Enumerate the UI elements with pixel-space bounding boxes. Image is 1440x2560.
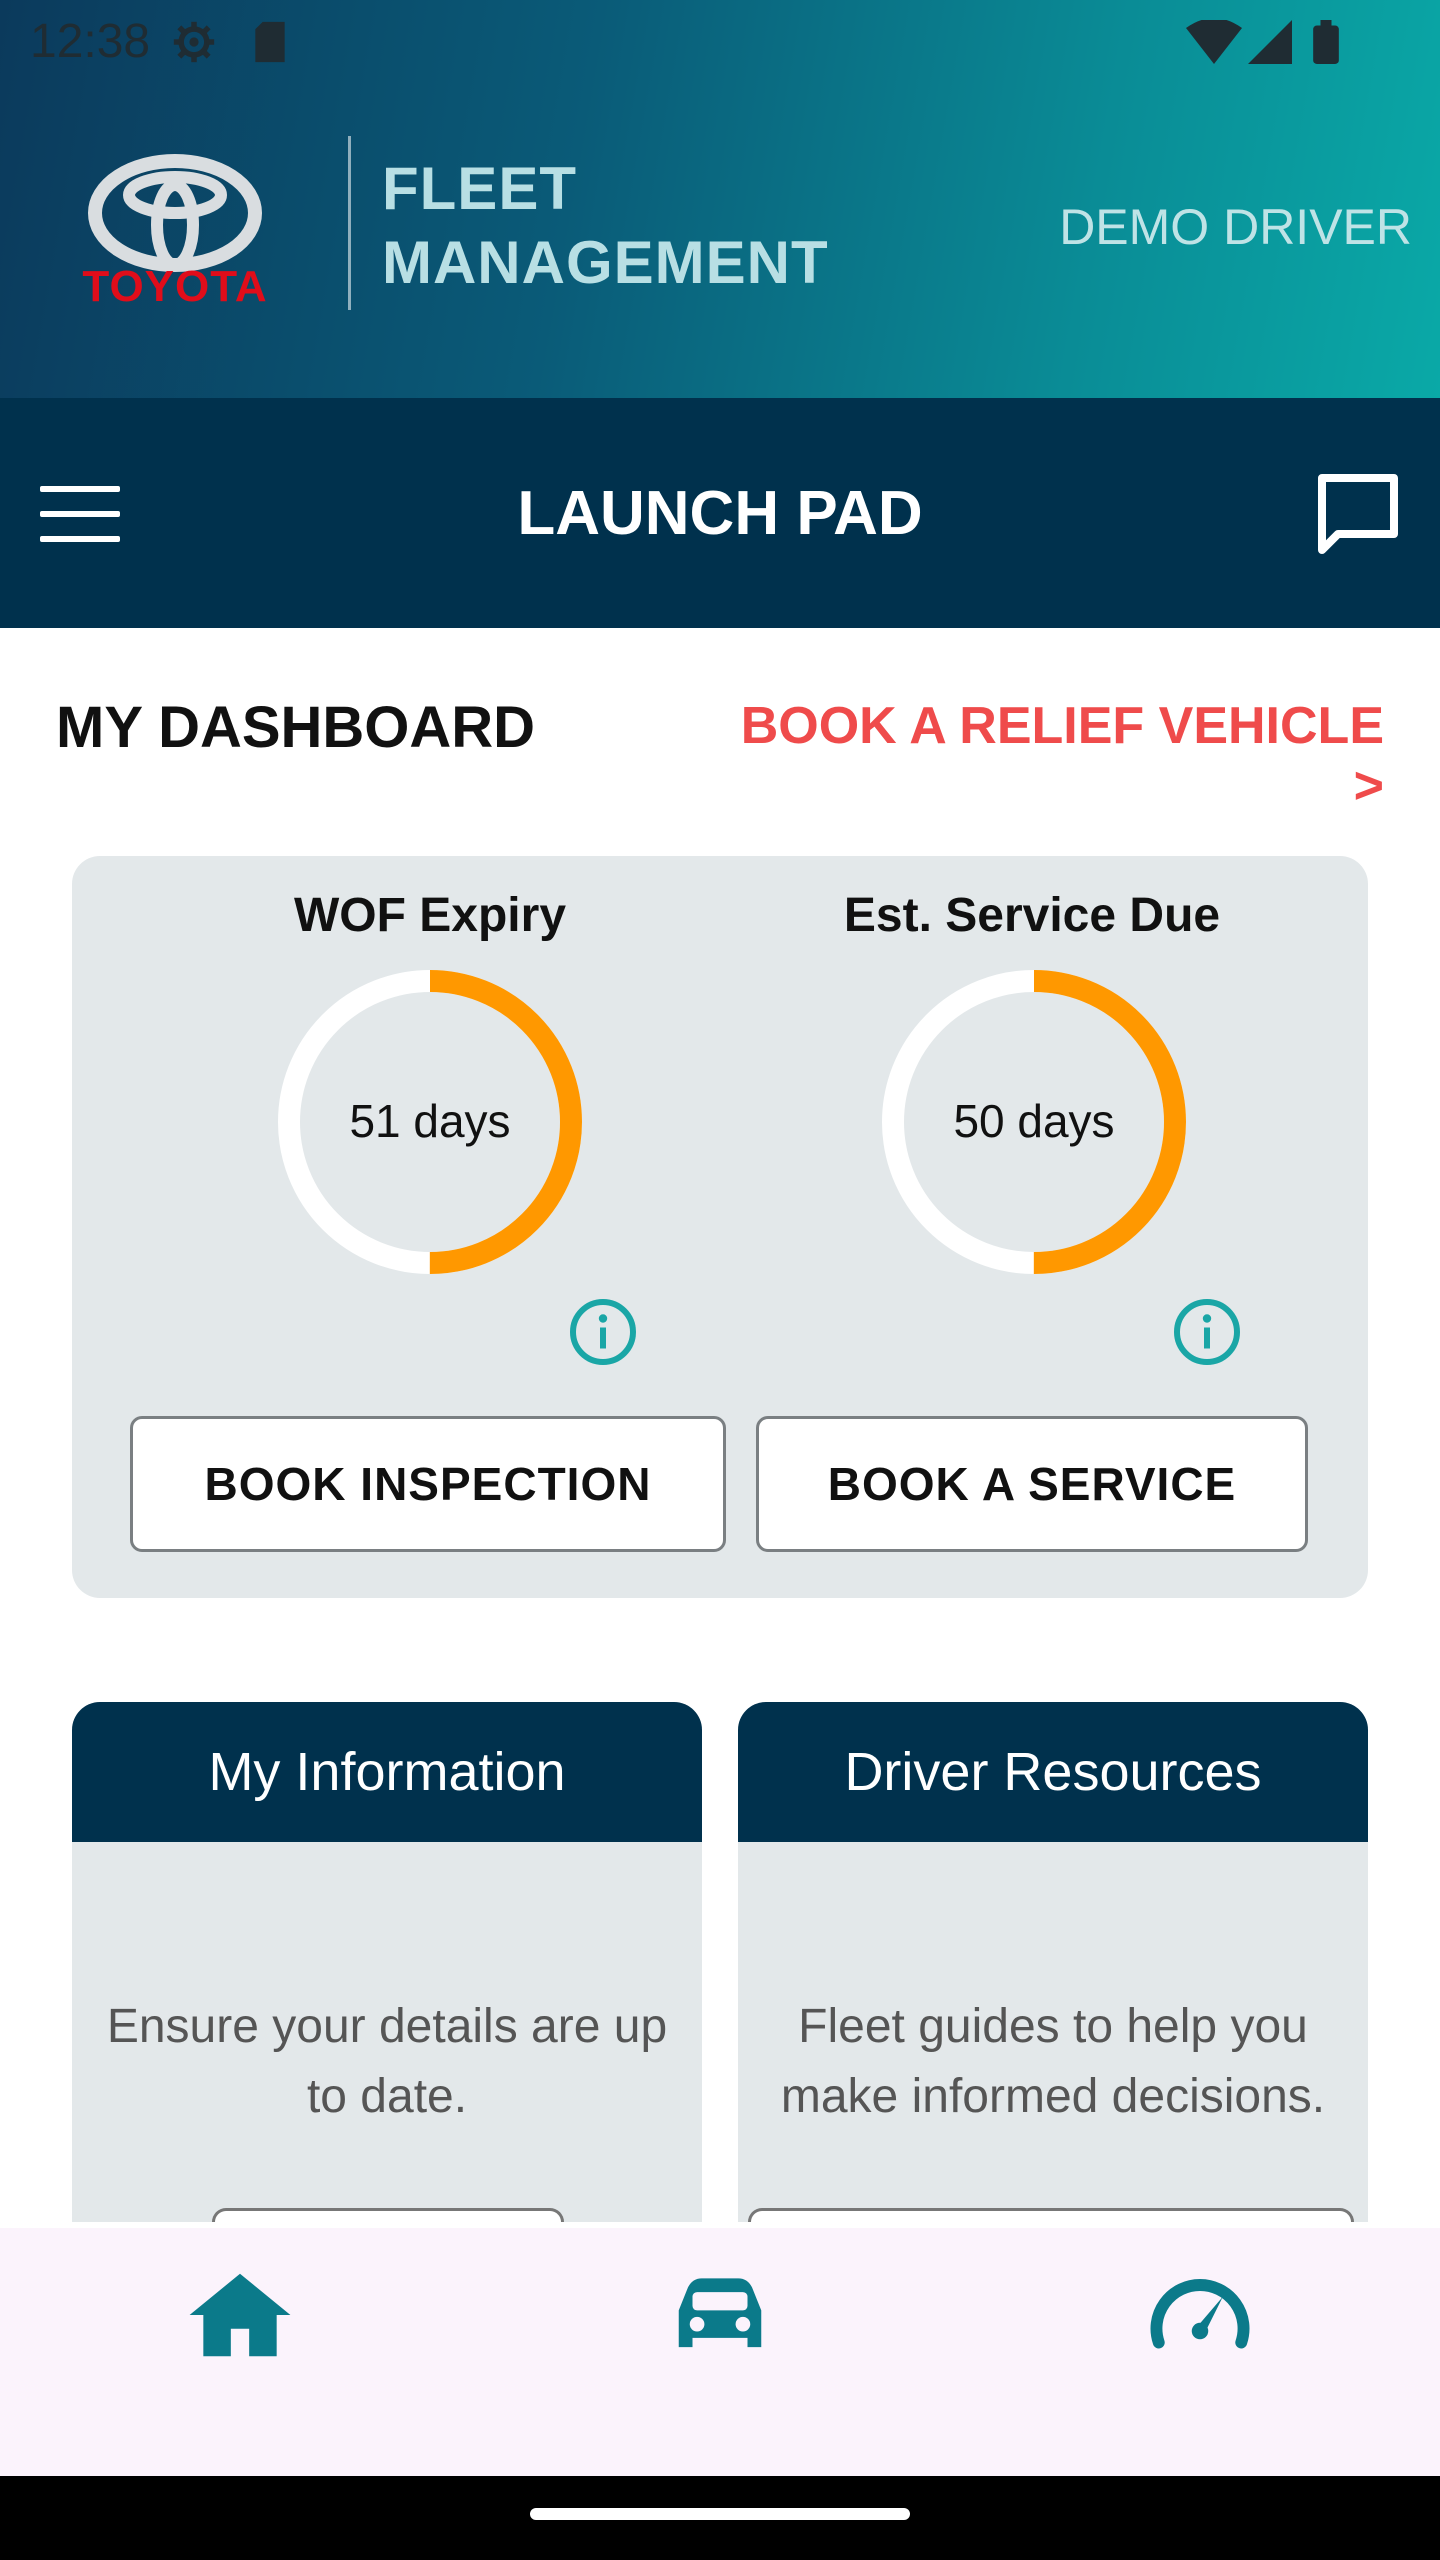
service-due-label: Est. Service Due (843, 889, 1221, 942)
home-gesture-handle[interactable] (530, 2508, 910, 2520)
card-description: Fleet guides to help you make informed d… (780, 2000, 1326, 2123)
card-button[interactable] (212, 2208, 564, 2222)
my-information-card[interactable]: My Information Ensure your details are u… (72, 1702, 702, 2222)
card-description: Ensure your details are up to date. (106, 2000, 668, 2123)
speedometer-icon[interactable] (1145, 2260, 1255, 2370)
book-service-button[interactable]: BOOK A SERVICE (756, 1416, 1308, 1552)
wof-expiry-label: WOF Expiry (293, 889, 567, 942)
app-title: FLEET MANAGEMENT (382, 155, 829, 296)
brand-wordmark: TOYOTA (82, 262, 268, 311)
user-name[interactable]: DEMO DRIVER (1000, 198, 1412, 256)
battery-icon (1313, 20, 1339, 64)
card-title: My Information (72, 1702, 702, 1842)
info-icon[interactable] (567, 1296, 639, 1368)
settings-icon (173, 21, 215, 63)
page-title: LAUNCH PAD (517, 479, 923, 548)
info-icon[interactable] (1171, 1296, 1243, 1368)
card-title: Driver Resources (738, 1702, 1368, 1842)
car-icon[interactable] (665, 2260, 775, 2370)
wifi-icon (1186, 20, 1242, 64)
sd-card-icon (255, 21, 285, 63)
status-time: 12:38 (30, 15, 151, 68)
home-icon[interactable] (185, 2260, 295, 2370)
header-divider (348, 136, 351, 310)
dashboard-title: MY DASHBOARD (56, 695, 536, 760)
driver-resources-card[interactable]: Driver Resources Fleet guides to help yo… (738, 1702, 1368, 2222)
wof-expiry-value: 51 days (349, 1095, 511, 1147)
signal-icon (1248, 20, 1292, 64)
card-button[interactable] (748, 2208, 1354, 2222)
book-inspection-button[interactable]: BOOK INSPECTION (130, 1416, 726, 1552)
book-relief-vehicle-link[interactable]: BOOK A RELIEF VEHICLE > (720, 696, 1384, 816)
chat-icon[interactable] (1310, 466, 1406, 562)
service-due-value: 50 days (953, 1095, 1115, 1147)
